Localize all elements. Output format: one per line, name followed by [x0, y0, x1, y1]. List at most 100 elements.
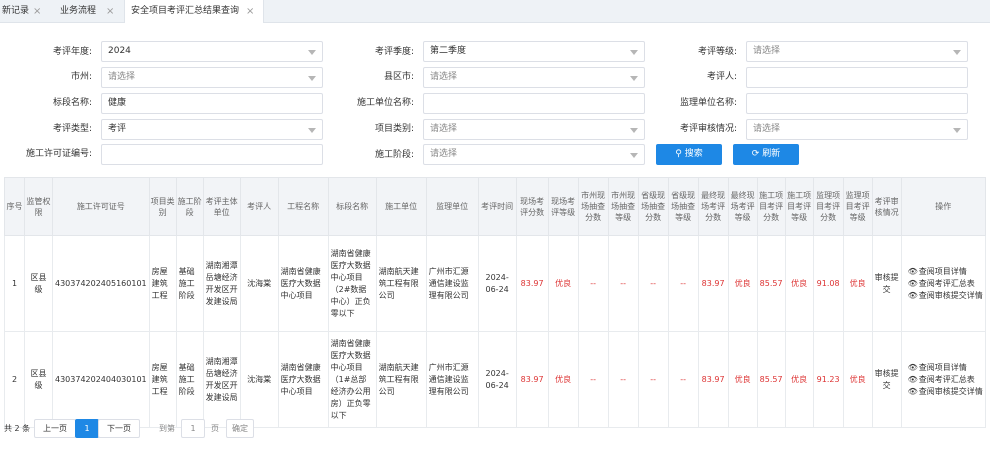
cell-authority: 区县级 — [24, 235, 53, 332]
search-button[interactable]: ⚲ 搜索 — [656, 144, 722, 165]
cell-site-score: 83.97 — [515, 331, 549, 428]
eye-icon: 👁 — [907, 290, 918, 300]
tab-new-record[interactable]: 新记录 × — [0, 0, 46, 23]
project-type-label: 项目类别: — [374, 124, 414, 134]
column-header: 施工阶段 — [175, 177, 204, 236]
refresh-icon: ⟳ — [751, 149, 760, 159]
cell-build-grade: 优良 — [784, 235, 814, 332]
year-value: 2024 — [108, 46, 131, 56]
cell-builder: 湖南航天建筑工程有限公司 — [375, 235, 427, 332]
section-value: 健康 — [108, 98, 127, 108]
column-header: 操作 — [900, 177, 986, 236]
permit-input[interactable] — [101, 144, 323, 165]
grade-select[interactable]: 请选择 — [746, 41, 968, 62]
cell-stage: 基础施工阶段 — [175, 331, 204, 428]
op-label: 查阅考评汇总表 — [918, 374, 975, 384]
grade-label: 考评等级: — [697, 47, 737, 57]
op-link[interactable]: 👁查阅审核提交详情 — [908, 290, 983, 302]
table-row: 1 区县级 430374202405160101 房屋建筑工程 基础施工阶段 湖南湘潭岳塘… — [4, 235, 986, 332]
confirm-button[interactable]: 确定 — [226, 419, 254, 438]
total-count: 共 2 条 — [4, 424, 31, 433]
supervision-unit-input[interactable] — [746, 93, 968, 114]
construction-unit-input[interactable] — [423, 93, 645, 114]
cell-builder: 湖南航天建筑工程有限公司 — [375, 331, 427, 428]
cell-stage: 基础施工阶段 — [175, 235, 204, 332]
cell-permit: 430374202404030101 — [52, 331, 150, 428]
city-placeholder: 请选择 — [108, 72, 136, 82]
eye-icon: 👁 — [907, 362, 918, 372]
project-type-select[interactable]: 请选择 — [423, 119, 645, 140]
op-link[interactable]: 👁查阅审核提交详情 — [908, 386, 983, 398]
tab-workflow[interactable]: 业务流程 × — [54, 0, 122, 23]
assess-type-select[interactable]: 考评 — [101, 119, 323, 140]
op-link[interactable]: 👁查阅考评汇总表 — [908, 374, 983, 386]
cell-final-score: 83.97 — [697, 235, 729, 332]
column-header: 考评主体单位 — [202, 177, 241, 236]
cell-site-grade: 优良 — [547, 331, 579, 428]
eye-icon: 👁 — [907, 278, 918, 288]
cell-no: 1 — [4, 235, 25, 332]
cell-project: 湖南省健康医疗大数据中心项目 — [277, 331, 329, 428]
op-label: 查阅考评汇总表 — [918, 278, 975, 288]
county-label: 县区市: — [383, 72, 414, 82]
audit-status-label: 考评审核情况: — [679, 124, 737, 134]
next-page-button[interactable]: 下一页 — [98, 419, 140, 438]
column-header: 市州现场抽查分数 — [577, 177, 609, 236]
cell-section: 湖南省健康医疗大数据中心项目（2#数据中心）正负零以下 — [327, 235, 377, 332]
cell-site-score: 83.97 — [515, 235, 549, 332]
close-icon[interactable]: × — [246, 0, 254, 23]
section-input[interactable]: 健康 — [101, 93, 323, 114]
construction-unit-label: 施工单位名称: — [356, 98, 414, 108]
cell-assessor: 沈海棠 — [239, 331, 279, 428]
year-select[interactable]: 2024 — [101, 41, 323, 62]
city-select[interactable]: 请选择 — [101, 67, 323, 88]
op-link[interactable]: 👁查阅考评汇总表 — [908, 278, 983, 290]
prev-page-button[interactable]: 上一页 — [34, 419, 76, 438]
cell-supervisor: 广州市汇源通信建设监理有限公司 — [425, 235, 479, 332]
audit-status-select[interactable]: 请选择 — [746, 119, 968, 140]
page-number-input[interactable]: 1 — [181, 419, 205, 438]
column-header: 现场考评等级 — [547, 177, 579, 236]
season-value: 第二季度 — [430, 46, 467, 56]
main-content: 考评年度: 2024 考评季度: 第二季度 考评等级: 请选择 市州: 请选择 … — [0, 23, 990, 449]
op-link[interactable]: 👁查阅项目详情 — [908, 266, 983, 278]
search-icon: ⚲ — [675, 149, 682, 159]
assessor-input[interactable] — [746, 67, 968, 88]
cell-subject: 湖南湘潭岳塘经济开发区开发建设局 — [202, 331, 241, 428]
column-header: 考评时间 — [477, 177, 517, 236]
cell-project: 湖南省健康医疗大数据中心项目 — [277, 235, 329, 332]
cell-build-score: 85.57 — [756, 235, 786, 332]
chevron-down-icon — [630, 153, 638, 158]
cell-site-grade: 优良 — [547, 235, 579, 332]
cell-prov-score: -- — [637, 331, 669, 428]
column-header: 项目类别 — [148, 177, 177, 236]
cell-subject: 湖南湘潭岳塘经济开发区开发建设局 — [202, 235, 241, 332]
page-unit-label: 页 — [211, 424, 219, 433]
op-link[interactable]: 👁查阅项目详情 — [908, 362, 983, 374]
audit-status-placeholder: 请选择 — [753, 124, 781, 134]
close-icon[interactable]: × — [106, 0, 114, 23]
search-button-label: 搜索 — [684, 149, 703, 159]
stage-select[interactable]: 请选择 — [423, 144, 645, 165]
cell-permit: 430374202405160101 — [52, 235, 150, 332]
cell-no: 2 — [4, 331, 25, 428]
county-placeholder: 请选择 — [430, 72, 458, 82]
column-header: 监管权限 — [24, 177, 53, 236]
refresh-button[interactable]: ⟳ 刷新 — [733, 144, 799, 165]
eye-icon: 👁 — [907, 266, 918, 276]
tab-safety-assessment[interactable]: 安全项目考评汇总结果查询 × — [124, 0, 264, 24]
table-row: 2 区县级 430374202404030101 房屋建筑工程 基础施工阶段 湖南湘潭岳塘… — [4, 331, 986, 428]
season-select[interactable]: 第二季度 — [423, 41, 645, 62]
county-select[interactable]: 请选择 — [423, 67, 645, 88]
column-header: 市州现场抽查等级 — [607, 177, 639, 236]
current-page[interactable]: 1 — [75, 419, 99, 438]
chevron-down-icon — [953, 128, 961, 133]
cell-date: 2024-06-24 — [477, 331, 517, 428]
column-header: 现场考评分数 — [515, 177, 549, 236]
close-icon[interactable]: × — [33, 0, 41, 23]
column-header: 施工项目考评分数 — [756, 177, 786, 236]
refresh-button-label: 刷新 — [762, 149, 781, 159]
tab-label: 业务流程 — [60, 6, 97, 16]
chevron-down-icon — [308, 76, 316, 81]
cell-operations: 👁查阅项目详情 👁查阅考评汇总表 👁查阅审核提交详情 — [900, 331, 986, 428]
